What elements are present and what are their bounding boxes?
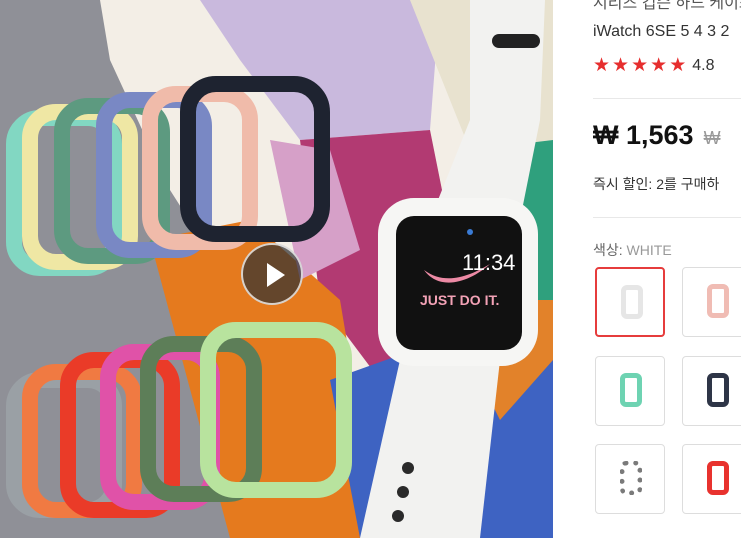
divider <box>593 217 741 218</box>
case-thumbnail <box>707 461 729 495</box>
star-icon: ★ <box>612 55 630 76</box>
star-icon: ★ <box>593 55 611 76</box>
color-swatch-red[interactable] <box>682 444 741 514</box>
color-swatch-navy[interactable] <box>682 356 741 426</box>
rating-score: 4.8 <box>692 57 715 74</box>
divider <box>593 98 741 99</box>
star-icon: ★ <box>669 55 687 76</box>
color-swatch-mint[interactable] <box>595 356 665 426</box>
case-thumbnail <box>707 284 729 318</box>
watch-slogan: JUST DO IT. <box>420 292 500 308</box>
product-title: 시리즈 컵슨 하드 케이스 애플 iWatch 6SE 5 4 3 2 <box>593 0 741 44</box>
star-icon: ★ <box>631 55 649 76</box>
product-title-line2: iWatch 6SE 5 4 3 2 <box>593 23 730 40</box>
case-thumbnail <box>620 461 642 495</box>
price-row: ₩ 1,563 ₩ <box>593 120 721 151</box>
product-title-line1: 시리즈 컵슨 하드 케이스 애플 <box>593 0 741 12</box>
product-info-panel: 시리즈 컵슨 하드 케이스 애플 iWatch 6SE 5 4 3 2 ★ ★ … <box>553 0 741 538</box>
color-swatch-camo[interactable] <box>595 444 665 514</box>
case-thumbnail <box>707 373 729 407</box>
instant-discount-text: 즉시 할인: 2를 구매하 <box>593 176 720 192</box>
current-price: ₩ 1,563 <box>593 120 694 150</box>
color-value: WHITE <box>626 242 672 258</box>
case-thumbnail <box>621 285 643 319</box>
color-label: 색상: WHITE <box>593 240 672 260</box>
case-thumbnail <box>620 373 642 407</box>
watch-time: 11:34 <box>462 250 516 275</box>
play-video-button[interactable] <box>241 243 303 305</box>
original-price: ₩ <box>703 128 721 148</box>
rating[interactable]: ★ ★ ★ ★ ★ 4.8 <box>593 56 714 76</box>
play-icon <box>267 263 285 287</box>
color-swatch-pink[interactable] <box>682 267 741 337</box>
color-swatch-white[interactable] <box>595 267 665 337</box>
product-image[interactable]: 11:34 JUST DO IT. <box>0 0 553 538</box>
star-icon: ★ <box>650 55 668 76</box>
color-label-text: 색상: <box>593 242 623 258</box>
rating-stars: ★ ★ ★ ★ ★ <box>593 56 686 76</box>
